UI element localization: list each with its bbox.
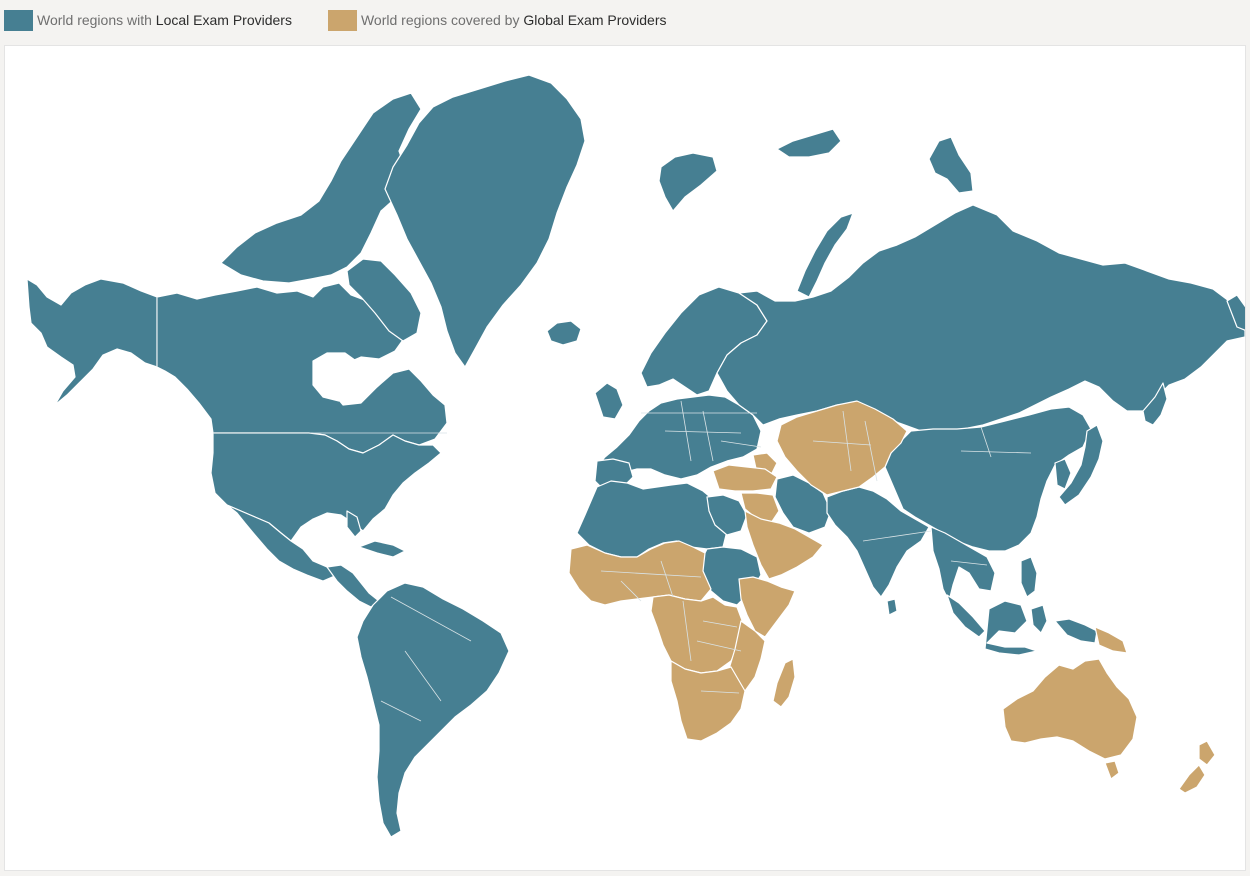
- region-united-states[interactable]: [210, 432, 442, 542]
- region-new-zealand-south[interactable]: [1178, 764, 1206, 794]
- region-british-isles[interactable]: [594, 382, 624, 420]
- region-south-america[interactable]: [356, 582, 510, 838]
- legend-label-global: World regions covered by Global Exam Pro…: [361, 12, 667, 28]
- region-severnaya-zemlya[interactable]: [928, 136, 974, 194]
- region-new-guinea-west[interactable]: [1054, 618, 1098, 644]
- region-iceland[interactable]: [546, 320, 582, 346]
- region-sri-lanka[interactable]: [886, 598, 898, 616]
- legend-item-local[interactable]: World regions with Local Exam Providers: [4, 9, 292, 31]
- region-australia[interactable]: [1002, 658, 1138, 760]
- region-southern-africa[interactable]: [670, 660, 746, 742]
- region-png-east[interactable]: [1094, 626, 1128, 654]
- region-central-america[interactable]: [326, 564, 380, 608]
- region-philippines[interactable]: [1020, 556, 1038, 598]
- region-sulawesi[interactable]: [1030, 604, 1048, 634]
- region-korea[interactable]: [1054, 458, 1072, 490]
- region-madagascar[interactable]: [772, 658, 796, 708]
- legend-swatch-global: [327, 9, 357, 31]
- legend-label-local-prefix: World regions with: [37, 12, 156, 28]
- region-franz-josef[interactable]: [776, 128, 842, 158]
- region-sumatra[interactable]: [946, 594, 986, 638]
- legend-swatch-local: [4, 9, 33, 31]
- region-svalbard[interactable]: [658, 152, 718, 212]
- legend-item-global[interactable]: World regions covered by Global Exam Pro…: [327, 9, 667, 31]
- region-alaska[interactable]: [26, 278, 158, 406]
- region-central-africa[interactable]: [650, 594, 744, 674]
- region-north-africa[interactable]: [576, 480, 728, 558]
- map-legend: World regions with Local Exam Providers …: [0, 0, 1250, 40]
- legend-label-global-prefix: World regions covered by: [360, 12, 524, 28]
- world-map-svg[interactable]: [5, 46, 1246, 871]
- legend-label-local-emphasis: Local Exam Providers: [155, 12, 292, 28]
- region-caribbean[interactable]: [358, 540, 406, 558]
- region-tasmania[interactable]: [1104, 760, 1120, 780]
- legend-label-global-emphasis: Global Exam Providers: [523, 12, 667, 28]
- legend-label-local: World regions with Local Exam Providers: [37, 12, 292, 28]
- region-hudson-bay-shore[interactable]: [312, 352, 364, 402]
- region-borneo-java[interactable]: [984, 600, 1038, 656]
- region-new-zealand-north[interactable]: [1198, 740, 1216, 766]
- world-map[interactable]: [4, 45, 1246, 871]
